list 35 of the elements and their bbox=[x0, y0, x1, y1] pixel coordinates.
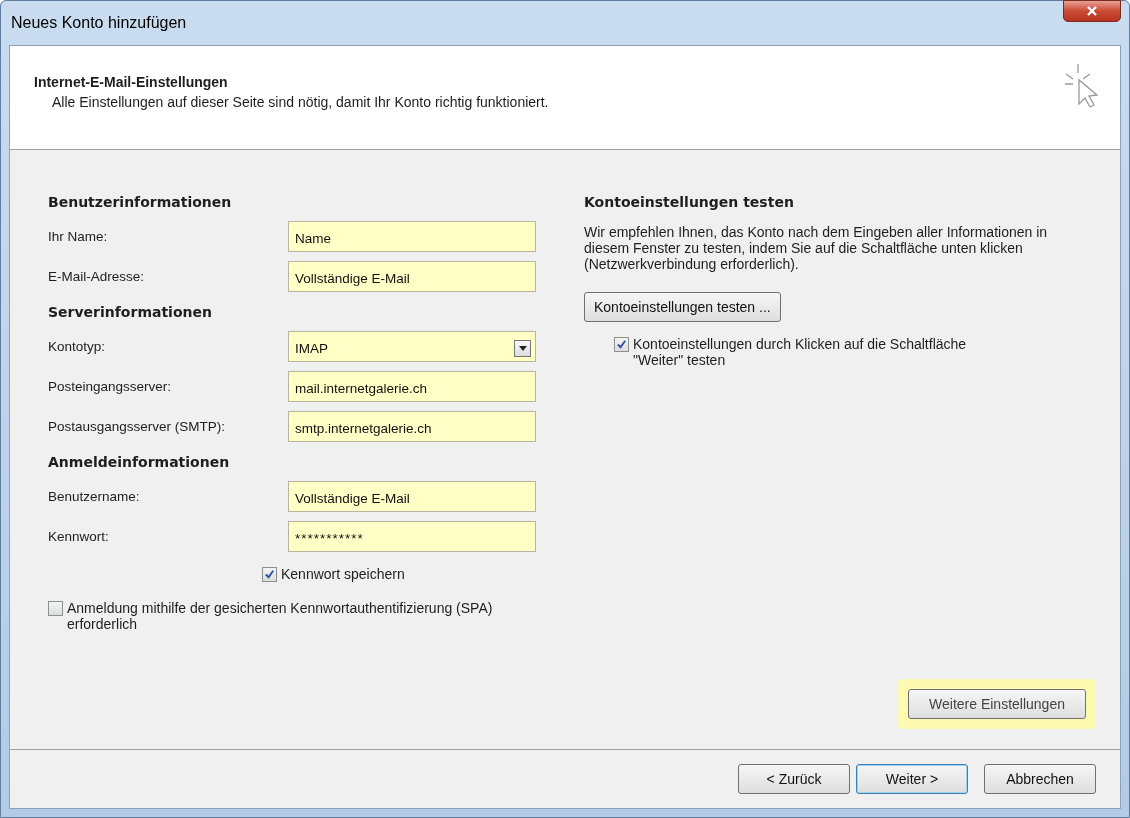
close-button[interactable] bbox=[1063, 0, 1121, 22]
section-heading: Anmeldeinformationen bbox=[48, 454, 231, 470]
account-type-dropdown[interactable]: IMAP bbox=[288, 330, 536, 362]
input-field[interactable]: smtp.internetgalerie.ch bbox=[288, 410, 536, 442]
description-text: Wir empfehlen Ihnen, das Konto nach dem Eingeben aller Informationen in diesem Fenster zu testen, indem Sie auf die Schaltfläche unten klicken (Netzwerkverbindung erforderlich). bbox=[584, 224, 1049, 272]
input-field[interactable]: Vollständige E-Mail bbox=[288, 260, 536, 292]
section-heading: Kontoeinstellungen testen bbox=[584, 194, 795, 210]
page-subtitle: Alle Einstellungen auf dieser Seite sind nötig, damit Ihr Konto richtig funktioniert. bbox=[52, 94, 549, 110]
footer-button[interactable]: < Zurück bbox=[738, 764, 850, 794]
field-label: Kennwort: bbox=[48, 528, 110, 544]
input-field[interactable]: Name bbox=[288, 220, 536, 252]
field-label: E-Mail-Adresse: bbox=[48, 268, 146, 284]
section-heading: Benutzerinformationen bbox=[48, 194, 233, 210]
field-label: Ihr Name: bbox=[48, 228, 109, 244]
field-label: Benutzername: bbox=[48, 488, 141, 504]
checkbox-label: Anmeldung mithilfe der gesicherten Kennwortauthentifizierung (SPA) erforderlich bbox=[67, 600, 494, 632]
password-field[interactable]: *********** bbox=[288, 520, 536, 552]
field-label: Posteingangsserver: bbox=[48, 378, 173, 394]
checkbox[interactable] bbox=[48, 601, 63, 616]
input-field[interactable]: mail.internetgalerie.ch bbox=[288, 370, 536, 402]
checkbox[interactable] bbox=[262, 567, 277, 582]
footer-button[interactable]: Abbrechen bbox=[984, 764, 1096, 794]
window-title: Neues Konto hinzufügen bbox=[11, 14, 187, 32]
footer-button[interactable]: Weiter > bbox=[856, 764, 968, 794]
close-icon bbox=[1086, 5, 1098, 17]
more-settings-button[interactable]: Weitere Einstellungen bbox=[908, 689, 1086, 719]
field-label: Kontotyp: bbox=[48, 338, 107, 354]
checkbox[interactable] bbox=[614, 337, 629, 352]
checkbox-label: Kennwort speichern bbox=[281, 566, 405, 582]
field-label: Postausgangsserver (SMTP): bbox=[48, 418, 227, 434]
page-title: Internet-E-Mail-Einstellungen bbox=[34, 74, 229, 90]
input-field[interactable]: Vollständige E-Mail bbox=[288, 480, 536, 512]
section-heading: Serverinformationen bbox=[48, 304, 213, 320]
test-settings-button[interactable]: Kontoeinstellungen testen ... bbox=[584, 292, 781, 322]
checkbox-label: Kontoeinstellungen durch Klicken auf die Schaltfläche "Weiter" testen bbox=[633, 336, 968, 368]
